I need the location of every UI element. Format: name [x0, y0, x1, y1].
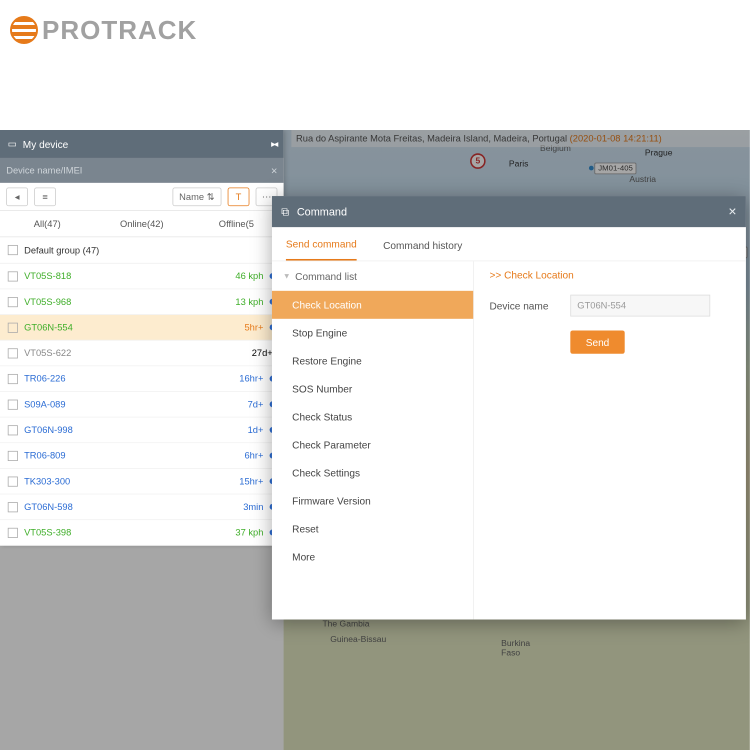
device-status: 16hr+ [239, 373, 263, 384]
device-name: S09A-089 [24, 399, 247, 410]
command-item[interactable]: Check Settings [272, 459, 473, 487]
device-row[interactable]: TR06-8096hr+ [0, 443, 284, 469]
command-modal: ⧉ Command × Send command Command history… [272, 196, 746, 619]
row-checkbox[interactable] [8, 476, 18, 486]
device-row[interactable]: TR06-22616hr+ [0, 366, 284, 392]
device-row[interactable]: VT05S-96813 kph [0, 289, 284, 315]
tab-online[interactable]: Online(42) [95, 211, 190, 237]
tab-all[interactable]: All(47) [0, 211, 95, 237]
clear-search-icon[interactable]: × [271, 164, 277, 176]
modal-tabs: Send command Command history [272, 227, 746, 261]
sidebar-toolbar: ◂ ≡ Name ⇅ T ⋯ [0, 183, 284, 211]
row-checkbox[interactable] [8, 297, 18, 307]
tab-command-history[interactable]: Command history [383, 240, 462, 261]
device-name-field [570, 295, 710, 317]
device-status: 1d+ [248, 424, 264, 435]
device-row[interactable]: VT05S-62227d+ [0, 341, 284, 367]
device-row[interactable]: GT06N-5983min [0, 494, 284, 520]
row-checkbox[interactable] [8, 502, 18, 512]
brand-logo: PROTRACK [0, 0, 750, 50]
row-checkbox[interactable] [8, 399, 18, 409]
view-tree-button[interactable]: ◂ [6, 187, 28, 206]
device-row[interactable]: VT05S-81846 kph [0, 264, 284, 290]
group-checkbox[interactable] [8, 245, 18, 255]
row-checkbox[interactable] [8, 374, 18, 384]
command-item[interactable]: More [272, 543, 473, 571]
command-item[interactable]: Restore Engine [272, 347, 473, 375]
brand-icon [10, 16, 38, 44]
command-item[interactable]: Check Status [272, 403, 473, 431]
command-form: >> Check Location Device name Send [474, 261, 746, 619]
device-status: 46 kph [235, 271, 263, 282]
device-status: 6hr+ [244, 450, 263, 461]
row-checkbox[interactable] [8, 425, 18, 435]
device-name: TR06-226 [24, 373, 239, 384]
device-search: × [0, 158, 284, 183]
sort-name-button[interactable]: Name ⇅ [172, 187, 221, 206]
tab-offline[interactable]: Offline(5 [189, 211, 284, 237]
row-checkbox[interactable] [8, 527, 18, 537]
row-checkbox[interactable] [8, 271, 18, 281]
view-list-button[interactable]: ≡ [34, 187, 56, 206]
device-name-label: Device name [490, 300, 560, 312]
status-tabs: All(47) Online(42) Offline(5 [0, 211, 284, 237]
command-item[interactable]: Firmware Version [272, 487, 473, 515]
device-status: 5hr+ [244, 322, 263, 333]
device-sidebar: ▭ My device ▸◂ × ◂ ≡ Name ⇅ T ⋯ All(47) … [0, 130, 284, 546]
device-status: 37 kph [235, 527, 263, 538]
row-checkbox[interactable] [8, 451, 18, 461]
command-item[interactable]: SOS Number [272, 375, 473, 403]
brand-name: PROTRACK [42, 15, 197, 46]
group-row[interactable]: Default group (47) [0, 237, 284, 263]
device-status: 15hr+ [239, 476, 263, 487]
command-list: ▼ Command list Check LocationStop Engine… [272, 261, 474, 619]
command-icon: ⧉ [281, 205, 289, 218]
command-list-header[interactable]: ▼ Command list [272, 261, 473, 291]
device-name: GT06N-598 [24, 501, 243, 512]
device-status: 7d+ [248, 399, 264, 410]
laptop-icon: ▭ [8, 139, 17, 150]
device-name: VT05S-398 [24, 527, 235, 538]
command-breadcrumb: >> Check Location [490, 269, 731, 281]
group-label: Default group (47) [24, 245, 99, 256]
device-row[interactable]: VT05S-39837 kph [0, 520, 284, 546]
collapse-icon[interactable]: ▸◂ [271, 139, 276, 150]
search-input[interactable] [6, 161, 271, 180]
device-name: GT06N-998 [24, 424, 247, 435]
close-icon[interactable]: × [728, 203, 736, 219]
device-name: TR06-809 [24, 450, 244, 461]
device-row[interactable]: TK303-30015hr+ [0, 469, 284, 495]
modal-title: Command [297, 205, 347, 217]
device-name: VT05S-818 [24, 271, 235, 282]
device-status: 3min [243, 501, 263, 512]
device-status: 27d+ [252, 348, 273, 359]
sidebar-header: ▭ My device ▸◂ [0, 130, 284, 158]
tab-send-command[interactable]: Send command [286, 238, 357, 261]
t-filter-button[interactable]: T [228, 187, 250, 206]
device-row[interactable]: GT06N-9981d+ [0, 417, 284, 443]
sidebar-title: My device [23, 138, 68, 150]
device-row[interactable]: S09A-0897d+ [0, 392, 284, 418]
command-item[interactable]: Stop Engine [272, 319, 473, 347]
command-item[interactable]: Check Location [272, 291, 473, 319]
command-item[interactable]: Check Parameter [272, 431, 473, 459]
device-name: VT05S-622 [24, 348, 252, 359]
command-list-title: Command list [295, 270, 357, 282]
command-item[interactable]: Reset [272, 515, 473, 543]
device-row[interactable]: GT06N-5545hr+ [0, 315, 284, 341]
device-name: TK303-300 [24, 476, 239, 487]
modal-header: ⧉ Command × [272, 196, 746, 227]
row-checkbox[interactable] [8, 348, 18, 358]
device-name: VT05S-968 [24, 296, 235, 307]
device-status: 13 kph [235, 296, 263, 307]
device-name: GT06N-554 [24, 322, 244, 333]
send-button[interactable]: Send [570, 330, 624, 353]
chevron-down-icon: ▼ [283, 272, 291, 281]
row-checkbox[interactable] [8, 322, 18, 332]
